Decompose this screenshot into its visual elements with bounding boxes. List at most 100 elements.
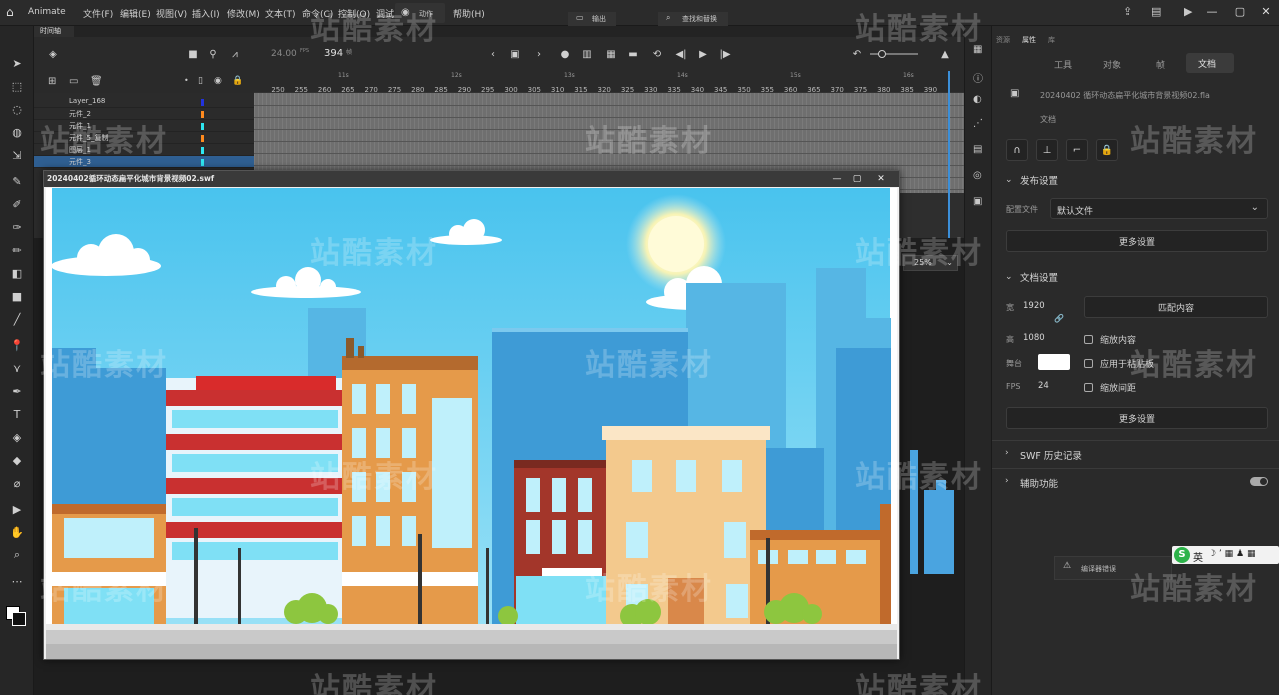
more-settings-button[interactable]: 更多设置: [1006, 230, 1268, 252]
brush-icon[interactable]: ✎: [8, 172, 26, 190]
anchor-icon[interactable]: ⊥: [1036, 139, 1058, 161]
accessibility-title[interactable]: 辅助功能: [1020, 476, 1058, 490]
layer-color-swatch[interactable]: [201, 123, 204, 130]
bone-tool-icon[interactable]: ⇲: [8, 146, 26, 164]
3d-rotation-icon[interactable]: ◍: [8, 123, 26, 141]
eyedropper-icon[interactable]: ⌀: [8, 474, 26, 492]
home-icon[interactable]: ⌂: [6, 5, 14, 19]
layers-icon[interactable]: ◈: [46, 47, 60, 61]
edit-multiple-icon[interactable]: ▥: [580, 47, 594, 61]
tab-object[interactable]: 对象: [1103, 58, 1121, 71]
layer-color-swatch[interactable]: [201, 147, 204, 154]
step-forward-icon[interactable]: |▶: [718, 47, 732, 61]
lock-doc-icon[interactable]: 🔒: [1096, 139, 1118, 161]
chevron-left-icon[interactable]: ‹: [486, 47, 500, 61]
tab-assets[interactable]: 资源: [996, 35, 1010, 45]
menu-control[interactable]: 控制(O): [338, 7, 370, 20]
profile-select[interactable]: 默认文件 ⌄: [1050, 198, 1268, 219]
lasso-icon[interactable]: ◌: [8, 100, 26, 118]
share-icon[interactable]: ⇪: [1123, 5, 1132, 18]
more-tools-icon[interactable]: ⋯: [8, 572, 26, 590]
layer-row[interactable]: 元件_3: [34, 156, 254, 168]
publish-section-title[interactable]: 发布设置: [1020, 173, 1058, 187]
graph-icon[interactable]: ⩘: [228, 47, 242, 61]
maximize-icon[interactable]: ▢: [1226, 0, 1254, 22]
play-timeline-icon[interactable]: ▶: [696, 47, 710, 61]
layer-color-swatch[interactable]: [201, 135, 204, 142]
fluid-brush-icon[interactable]: ✑: [8, 218, 26, 236]
play-icon[interactable]: ▶: [1184, 5, 1192, 18]
menu-insert[interactable]: 插入(I): [192, 7, 220, 20]
layer-parent-icon[interactable]: ⚲: [206, 47, 220, 61]
chevron-right-icon[interactable]: ›: [532, 47, 546, 61]
swf-history-title[interactable]: SWF 历史记录: [1020, 448, 1082, 462]
book-icon[interactable]: ▤: [973, 144, 982, 155]
fps-value[interactable]: 24.00: [271, 49, 297, 59]
frame-zoom-slider[interactable]: [870, 50, 918, 58]
ink-bottle-icon[interactable]: ◆: [8, 451, 26, 469]
rectangle-icon[interactable]: ■: [8, 287, 26, 305]
more-settings-button-2[interactable]: 更多设置: [1006, 407, 1268, 429]
scale-content-checkbox[interactable]: [1084, 335, 1093, 344]
width-tool-icon[interactable]: ⋎: [8, 359, 26, 377]
library-icon[interactable]: ▦: [973, 44, 982, 55]
text-tool-icon[interactable]: T: [8, 405, 26, 423]
add-layer-icon[interactable]: ⊞: [48, 76, 56, 87]
height-value[interactable]: 1080: [1023, 333, 1045, 343]
menu-debug[interactable]: 调试: [376, 7, 394, 20]
eraser-icon[interactable]: ◧: [8, 264, 26, 282]
corner-icon[interactable]: ⌐: [1066, 139, 1088, 161]
current-frame[interactable]: 394: [324, 48, 343, 59]
info-icon[interactable]: ⓘ: [973, 70, 983, 85]
chevron-down-icon[interactable]: ⌄: [1005, 175, 1013, 185]
motion-icon[interactable]: ⋰: [973, 118, 983, 129]
minimize-icon[interactable]: —: [1198, 0, 1226, 22]
menu-edit[interactable]: 编辑(E): [120, 7, 151, 20]
hand-icon[interactable]: ✋: [8, 523, 26, 541]
zoom-select[interactable]: 25% ⌄: [903, 255, 958, 271]
layer-row[interactable]: 图层_1: [34, 144, 254, 156]
center-frame-icon[interactable]: ▣: [508, 47, 522, 61]
folder-icon[interactable]: ▭: [69, 76, 78, 87]
color-icon[interactable]: ◐: [973, 94, 982, 105]
menu-file[interactable]: 文件(F): [83, 7, 113, 20]
pencil-icon[interactable]: ✏: [8, 241, 26, 259]
timeline-tab[interactable]: 时间轴: [34, 26, 74, 37]
swf-close-icon[interactable]: ✕: [870, 172, 892, 186]
outline-icon[interactable]: ▯: [198, 76, 203, 86]
loop-icon[interactable]: ⟲: [650, 47, 664, 61]
paint-bucket-icon[interactable]: ◈: [8, 428, 26, 446]
paint-brush-icon[interactable]: ✐: [8, 195, 26, 213]
camera-toggle-icon[interactable]: ■: [186, 47, 200, 61]
doc-section-title[interactable]: 文档设置: [1020, 270, 1058, 284]
trash-icon[interactable]: 🗑: [90, 76, 103, 87]
tab-tool[interactable]: 工具: [1054, 58, 1072, 71]
close-icon[interactable]: ✕: [1252, 0, 1279, 22]
lock-icon[interactable]: 🔒: [232, 76, 243, 86]
menu-modify[interactable]: 修改(M): [227, 7, 260, 20]
menu-view[interactable]: 视图(V): [156, 7, 187, 20]
tab-library[interactable]: 库: [1048, 35, 1055, 45]
pen-icon[interactable]: ✒: [8, 382, 26, 400]
layer-color-swatch[interactable]: [201, 99, 204, 106]
selection-tool-icon[interactable]: ➤: [8, 54, 26, 72]
camera-icon[interactable]: ▶: [8, 500, 26, 518]
highlight-icon[interactable]: •: [184, 76, 189, 85]
chevron-right-icon[interactable]: ›: [1005, 448, 1009, 458]
layer-color-swatch[interactable]: [201, 159, 204, 166]
tab-document[interactable]: 文档: [1186, 53, 1234, 73]
scale-spacing-checkbox[interactable]: [1084, 383, 1093, 392]
layer-row[interactable]: Layer_168: [34, 96, 254, 108]
accessibility-toggle[interactable]: [1250, 477, 1268, 486]
fps-value[interactable]: 24: [1038, 381, 1049, 391]
compiler-errors-panel[interactable]: ⚠ 编译器错误: [1054, 556, 1172, 580]
menu-text[interactable]: 文本(T): [265, 7, 296, 20]
pin-icon[interactable]: 📍: [8, 336, 26, 354]
snap-icon[interactable]: ∩: [1006, 139, 1028, 161]
slider-handle[interactable]: [878, 50, 886, 58]
onion-skin-icon[interactable]: ●: [558, 47, 572, 61]
menu-help[interactable]: 帮助(H): [453, 7, 485, 20]
frame-icon[interactable]: ▬: [626, 47, 640, 61]
align-icon[interactable]: ▣: [973, 196, 982, 207]
insert-keyframe-icon[interactable]: ▦: [604, 47, 618, 61]
